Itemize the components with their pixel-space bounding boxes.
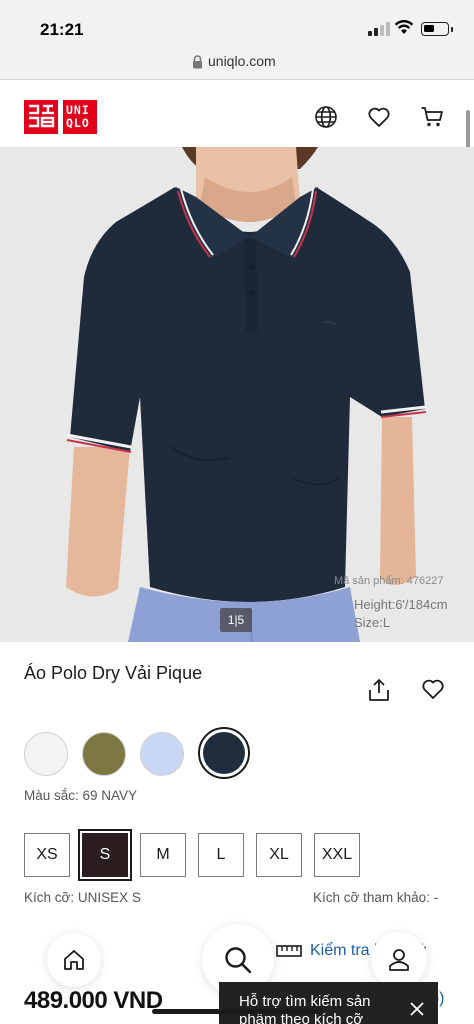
status-bar: 21:21 — [0, 0, 474, 46]
signal-icon — [368, 22, 390, 36]
heart-icon[interactable] — [367, 105, 391, 129]
home-button[interactable] — [47, 933, 101, 987]
battery-icon — [421, 22, 453, 36]
lock-icon — [193, 55, 202, 69]
home-indicator — [152, 1009, 322, 1014]
model-size: Size:L — [354, 615, 391, 630]
size-search-tooltip: Hỗ trợ tìm kiếm sản phẩm theo kích cỡ — [219, 982, 438, 1024]
svg-text:UNI: UNI — [66, 103, 90, 117]
product-title: Áo Polo Dry Vải Pique — [24, 663, 203, 683]
size-reference: Kích cỡ tham khảo: - — [313, 890, 439, 905]
share-icon[interactable] — [368, 678, 390, 702]
search-icon — [225, 947, 252, 974]
color-swatches — [24, 727, 250, 779]
browser-url-bar[interactable]: uniqlo.com — [0, 46, 474, 80]
uniqlo-logo[interactable]: UNI QLO — [24, 100, 97, 134]
user-icon — [389, 949, 409, 971]
size-l-button[interactable]: L — [198, 833, 244, 877]
size-s-button[interactable]: S — [78, 829, 132, 881]
color-swatch-navy[interactable] — [198, 727, 250, 779]
cart-icon[interactable] — [420, 105, 444, 129]
logo-katakana — [24, 100, 58, 134]
size-xxl-button[interactable]: XXL — [314, 833, 360, 877]
size-xl-button[interactable]: XL — [256, 833, 302, 877]
size-options: XS S M L XL XXL — [24, 829, 360, 881]
color-swatch-light-blue[interactable] — [140, 732, 184, 776]
account-button[interactable] — [371, 932, 427, 988]
close-icon[interactable] — [410, 1002, 424, 1016]
product-photo — [0, 147, 474, 642]
status-time: 21:21 — [40, 20, 84, 39]
product-image[interactable]: Mã sản phẩm: 476227 Height:6'/184cm Size… — [0, 147, 474, 642]
svg-text:QLO: QLO — [66, 116, 90, 130]
color-swatch-olive[interactable] — [82, 732, 126, 776]
size-xs-button[interactable]: XS — [24, 833, 70, 877]
ruler-icon — [276, 945, 302, 957]
image-pager: 1|5 — [220, 608, 252, 632]
favorite-icon[interactable] — [421, 678, 445, 700]
product-code: Mã sản phẩm: 476227 — [334, 575, 444, 587]
selected-color-label: Màu sắc: 69 NAVY — [24, 788, 138, 803]
color-swatch-white[interactable] — [24, 732, 68, 776]
wifi-icon — [394, 19, 414, 34]
url-text: uniqlo.com — [208, 53, 276, 69]
logo-latin: UNI QLO — [63, 100, 97, 134]
product-price: 489.000 VND — [24, 987, 163, 1014]
site-header: UNI QLO — [0, 81, 474, 147]
size-m-button[interactable]: M — [140, 833, 186, 877]
model-height: Height:6'/184cm — [354, 597, 448, 612]
selected-size-label: Kích cỡ: UNISEX S — [24, 890, 141, 905]
home-icon — [64, 950, 84, 970]
globe-icon[interactable] — [314, 105, 338, 129]
